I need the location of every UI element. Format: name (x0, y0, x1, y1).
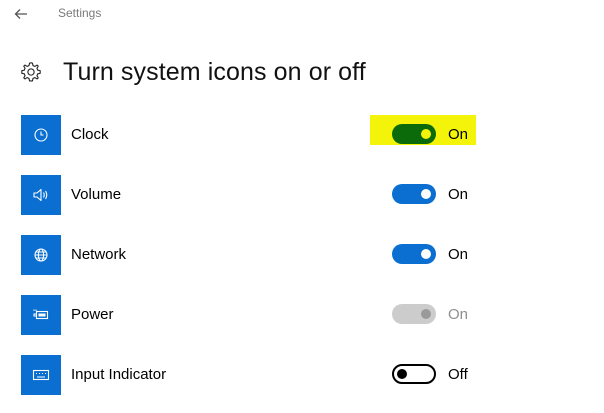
toggle-knob (421, 249, 431, 259)
setting-label: Input Indicator (71, 366, 167, 383)
setting-row-volume: Volume On (21, 175, 581, 215)
title-bar: Settings (0, 0, 604, 30)
globe-icon (21, 235, 61, 275)
setting-label: Power (71, 306, 114, 323)
keyboard-icon (21, 355, 61, 395)
clock-icon (21, 115, 61, 155)
app-title: Settings (58, 6, 102, 20)
battery-icon (21, 295, 61, 335)
toggle-state: On (448, 246, 469, 263)
gear-icon (19, 60, 43, 84)
setting-label: Clock (71, 126, 109, 143)
toggle-state: Off (448, 366, 468, 383)
setting-label: Network (71, 246, 127, 263)
toggle-knob (421, 189, 431, 199)
page-title: Turn system icons on or off (63, 57, 366, 86)
toggle-network[interactable] (392, 244, 436, 264)
toggle-knob (421, 129, 431, 139)
toggle-state: On (448, 126, 469, 143)
page-header: Turn system icons on or off (19, 56, 366, 88)
setting-row-clock: Clock On (21, 115, 581, 155)
back-button[interactable] (11, 4, 31, 24)
toggle-knob (421, 309, 431, 319)
setting-label: Volume (71, 186, 122, 203)
toggle-state: On (448, 186, 469, 203)
setting-row-network: Network On (21, 235, 581, 275)
toggle-knob (397, 369, 407, 379)
toggle-state: On (448, 306, 469, 323)
volume-icon (21, 175, 61, 215)
setting-row-input-indicator: Input Indicator Off (21, 355, 581, 395)
back-arrow-icon (14, 9, 27, 19)
setting-row-power: Power On (21, 295, 581, 335)
toggle-power (392, 304, 436, 324)
toggle-clock[interactable] (392, 124, 436, 144)
toggle-volume[interactable] (392, 184, 436, 204)
toggle-input-indicator[interactable] (392, 364, 436, 384)
